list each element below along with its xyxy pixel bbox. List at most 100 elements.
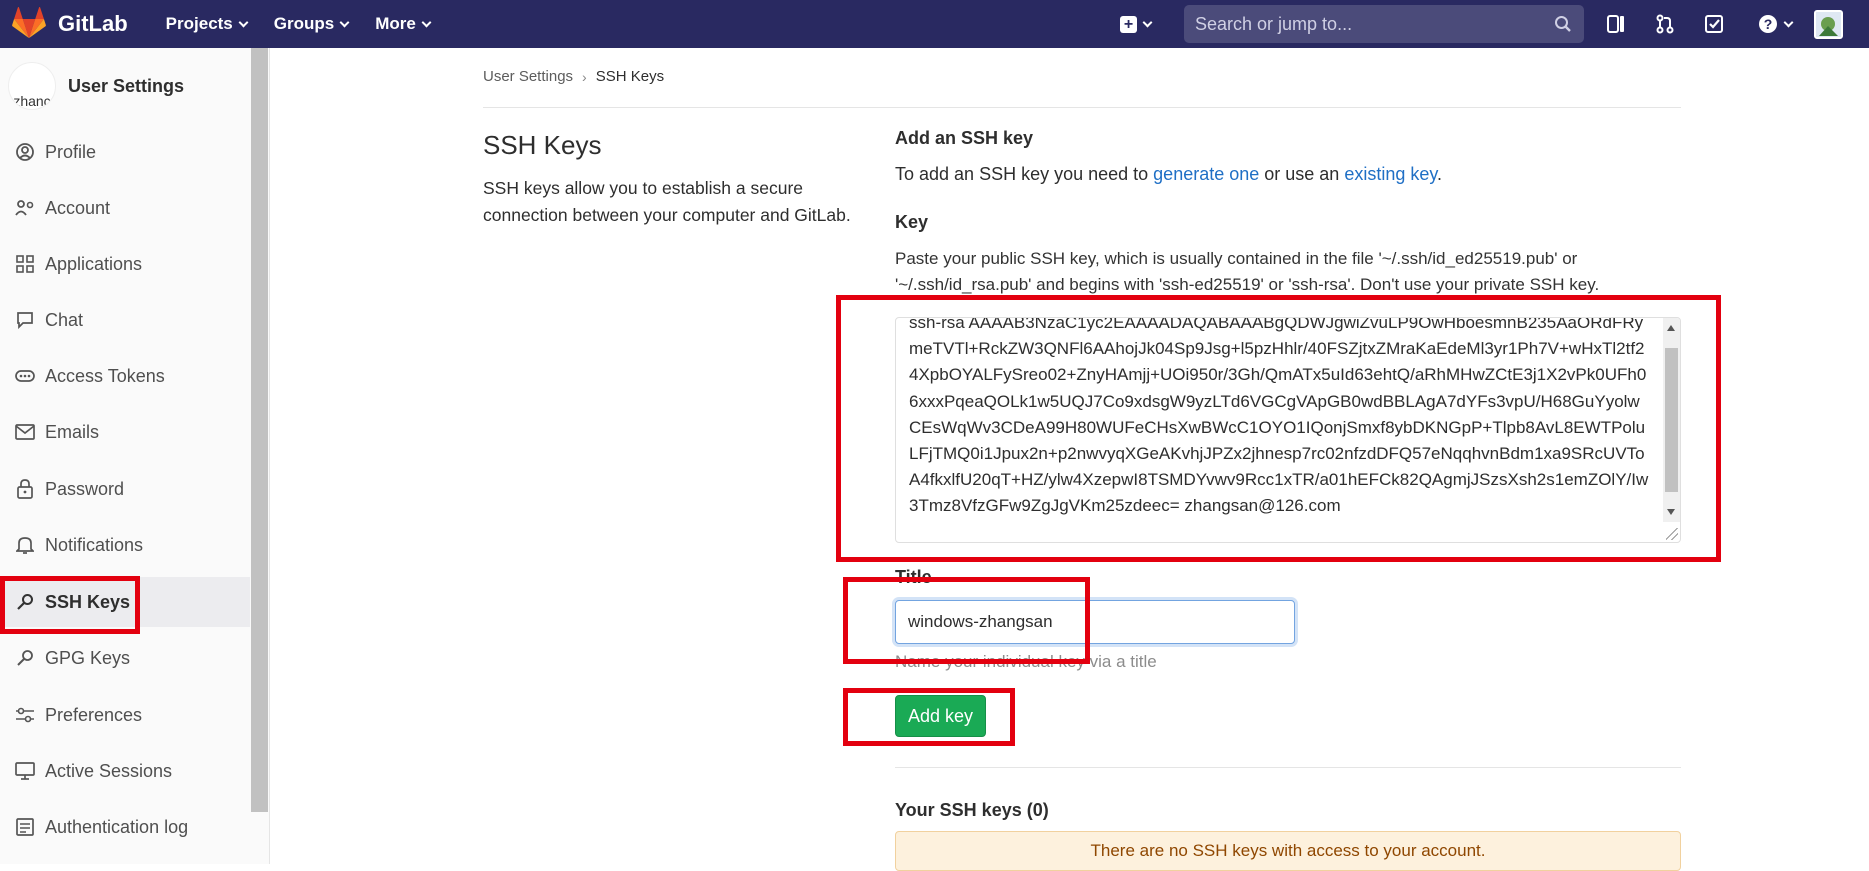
user-avatar-dropdown[interactable]: [1814, 10, 1843, 39]
sidebar-item-account[interactable]: Account: [0, 183, 250, 233]
instructions-text: To add an SSH key you need to: [895, 164, 1154, 184]
monitor-icon: [15, 761, 35, 781]
gitlab-tanuki-icon: [12, 7, 46, 39]
add-ssh-key-heading: Add an SSH key: [895, 128, 1034, 148]
issues-icon[interactable]: [1605, 13, 1627, 35]
chevron-down-icon: [1142, 17, 1153, 27]
scroll-up-arrow-icon[interactable]: [1667, 325, 1675, 331]
lock-icon: [15, 479, 35, 499]
nav-groups-dropdown[interactable]: Groups: [273, 14, 350, 34]
sidebar-item-label: Profile: [45, 141, 97, 162]
account-icon: [15, 198, 35, 218]
existing-key-link[interactable]: existing key: [1344, 164, 1437, 184]
generate-one-link[interactable]: generate one: [1153, 164, 1259, 184]
nav-right: +: [1120, 0, 1153, 48]
sidebar-context-header[interactable]: zhanc User Settings: [0, 62, 184, 110]
avatar-image-icon: [1816, 12, 1841, 37]
sidebar-item-label: Account: [45, 197, 111, 218]
search-icon: [1555, 16, 1571, 32]
divider: [895, 767, 1681, 768]
log-icon: [15, 817, 35, 837]
nav-projects-label: Projects: [165, 14, 233, 33]
top-navbar: GitLab Projects Groups More + Search or …: [0, 0, 1869, 48]
nav-more-label: More: [375, 14, 416, 33]
no-keys-notice: There are no SSH keys with access to you…: [895, 831, 1681, 871]
instructions-text: .: [1437, 164, 1443, 184]
breadcrumb-current[interactable]: SSH Keys: [596, 68, 664, 85]
chevron-down-icon: [1783, 17, 1794, 27]
sidebar-context-title: User Settings: [68, 75, 185, 96]
sidebar-scrollbar[interactable]: [251, 48, 268, 812]
avatar-alt-text: zhanc: [13, 93, 51, 109]
svg-text:?: ?: [1764, 16, 1773, 32]
profile-icon: [15, 142, 35, 162]
sidebar-item-label: Notifications: [45, 534, 144, 555]
new-item-dropdown[interactable]: +: [1120, 15, 1153, 33]
gitlab-logo[interactable]: GitLab: [12, 7, 128, 41]
sidebar-item-ssh-keys[interactable]: SSH Keys: [0, 577, 250, 627]
nav-more-dropdown[interactable]: More: [375, 14, 432, 34]
sidebar-item-label: Preferences: [45, 704, 143, 725]
sidebar-item-label: Chat: [45, 309, 84, 330]
sidebar-item-label: Authentication log: [45, 816, 189, 837]
merge-requests-icon[interactable]: [1654, 13, 1676, 35]
sidebar-item-label: Access Tokens: [45, 365, 165, 386]
sidebar-item-notifications[interactable]: Notifications: [0, 520, 250, 570]
sidebar-item-label: SSH Keys: [45, 591, 131, 612]
preferences-icon: [15, 705, 35, 725]
key-icon: [15, 592, 35, 612]
sidebar-item-label: GPG Keys: [45, 647, 131, 668]
key-icon: [15, 648, 35, 668]
sidebar-item-label: Applications: [45, 253, 143, 274]
page-title: SSH Keys: [483, 130, 602, 160]
sidebar-item-access-tokens[interactable]: Access Tokens: [0, 351, 250, 401]
sidebar-item-profile[interactable]: Profile: [0, 127, 250, 177]
sidebar-item-label: Password: [45, 478, 125, 499]
question-icon: ?: [1759, 15, 1777, 33]
chevron-down-icon: [421, 17, 432, 27]
ssh-key-textarea[interactable]: ssh-rsa AAAAB3NzaC1yc2EAAAADAQABAAABgQDW…: [895, 317, 1681, 543]
scrollbar-thumb[interactable]: [1665, 348, 1678, 492]
token-icon: [15, 366, 35, 386]
title-input[interactable]: [895, 600, 1295, 644]
textarea-scrollbar[interactable]: [1663, 318, 1680, 522]
add-key-button[interactable]: Add key: [895, 695, 986, 737]
brand-name[interactable]: GitLab: [58, 11, 128, 37]
chat-icon: [15, 310, 35, 330]
add-key-instructions: To add an SSH key you need to generate o…: [895, 164, 1442, 185]
avatar: zhanc: [8, 62, 56, 110]
sidebar-item-chat[interactable]: Chat: [0, 295, 250, 345]
chevron-down-icon: [238, 17, 249, 27]
search-input[interactable]: Search or jump to...: [1184, 5, 1584, 43]
sidebar-item-applications[interactable]: Applications: [0, 239, 250, 289]
applications-icon: [15, 254, 35, 274]
instructions-text: or use an: [1259, 164, 1345, 184]
scroll-down-arrow-icon[interactable]: [1667, 509, 1675, 515]
nav-icons: ?: [1605, 0, 1825, 48]
chevron-down-icon: [339, 17, 350, 27]
sidebar-item-gpg-keys[interactable]: GPG Keys: [0, 633, 250, 683]
nav-menu: Projects Groups More: [166, 14, 457, 34]
breadcrumb-parent-link[interactable]: User Settings: [483, 68, 573, 85]
sidebar-item-authentication-log[interactable]: Authentication log: [0, 802, 250, 852]
breadcrumb: User Settings › SSH Keys: [483, 68, 664, 85]
sidebar-item-label: Emails: [45, 421, 100, 442]
ssh-key-value: ssh-rsa AAAAB3NzaC1yc2EAAAADAQABAAABgQDW…: [909, 317, 1649, 516]
plus-square-icon: +: [1120, 15, 1137, 33]
your-ssh-keys-heading: Your SSH keys (0): [895, 800, 1049, 820]
resize-handle-icon[interactable]: [1666, 528, 1678, 540]
nav-projects-dropdown[interactable]: Projects: [165, 14, 249, 34]
key-help-text: Paste your public SSH key, which is usua…: [895, 249, 1600, 294]
help-dropdown[interactable]: ?: [1752, 13, 1798, 35]
sidebar-item-emails[interactable]: Emails: [0, 407, 250, 457]
search-placeholder: Search or jump to...: [1195, 13, 1353, 34]
sidebar-item-password[interactable]: Password: [0, 464, 250, 514]
email-icon: [15, 422, 35, 442]
nav-groups-label: Groups: [273, 14, 335, 33]
sidebar-item-preferences[interactable]: Preferences: [0, 690, 250, 740]
todos-icon[interactable]: [1703, 13, 1725, 35]
sidebar-item-label: Active Sessions: [45, 760, 173, 781]
divider: [483, 107, 1681, 108]
breadcrumb-separator-icon: ›: [582, 68, 587, 85]
sidebar-item-active-sessions[interactable]: Active Sessions: [0, 746, 250, 796]
